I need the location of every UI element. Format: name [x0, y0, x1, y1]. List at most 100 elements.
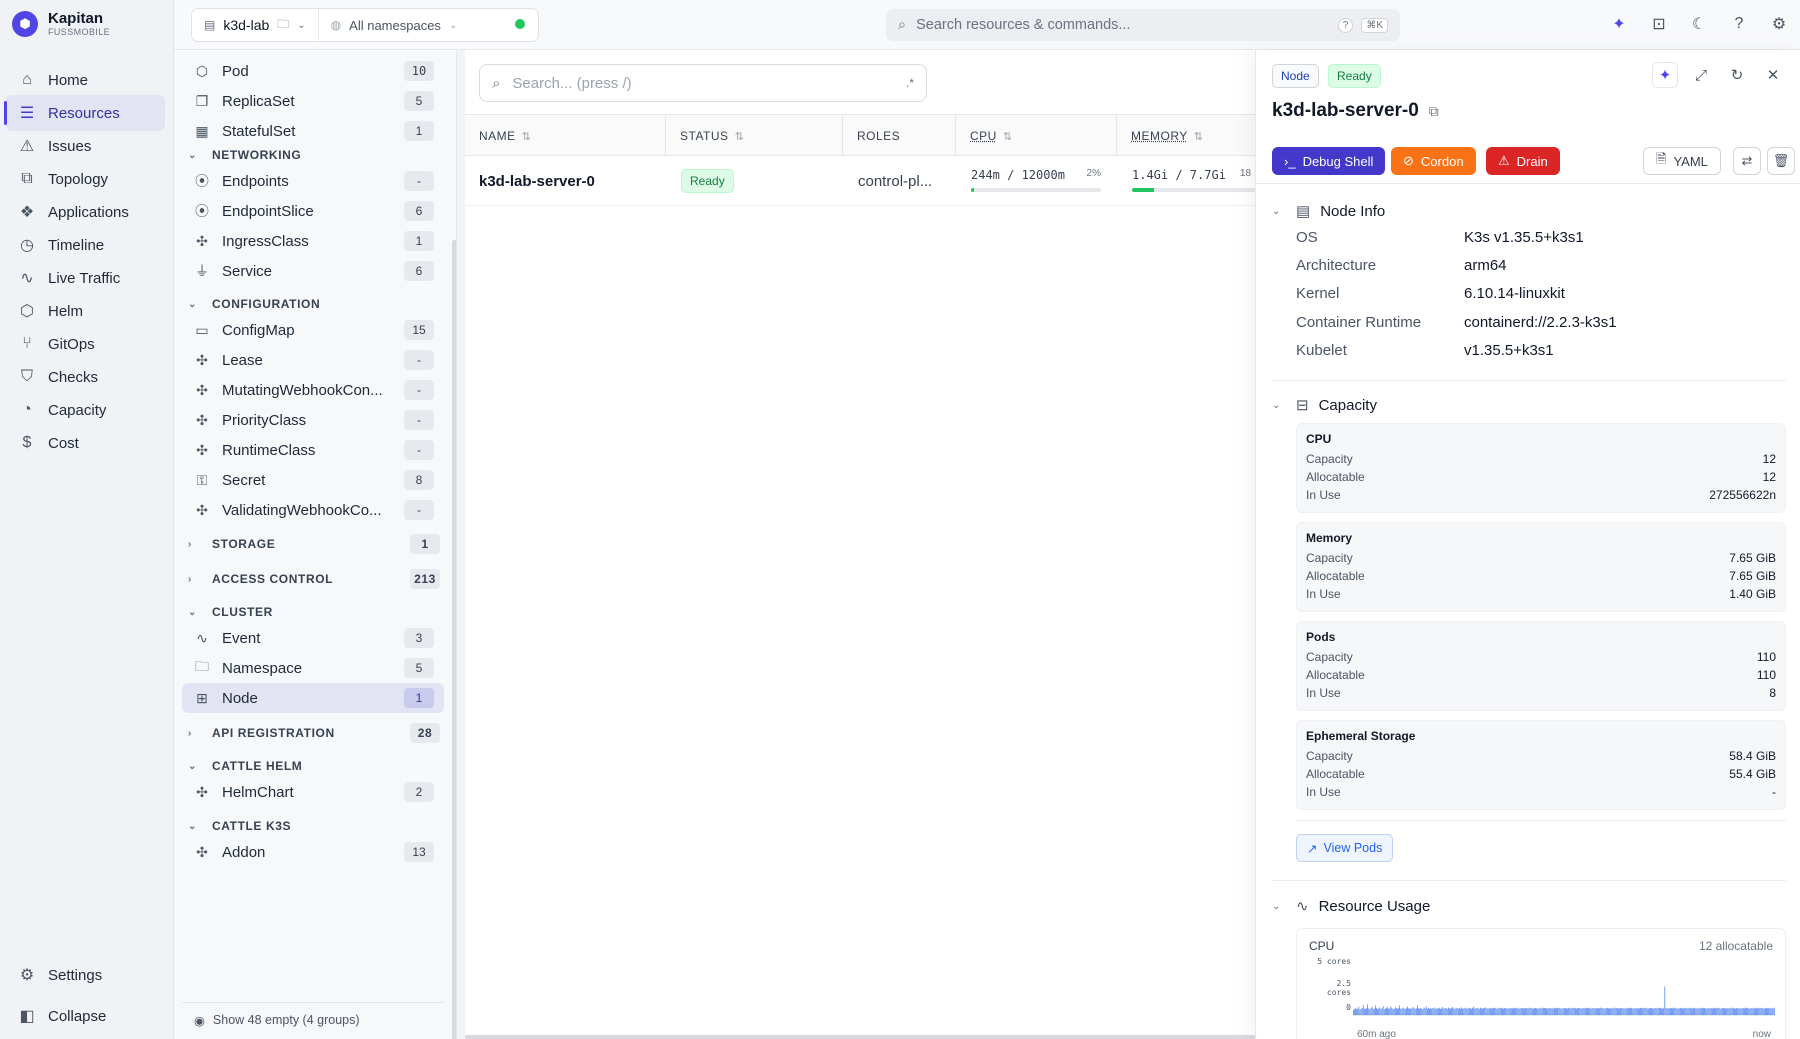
resource-item-replicaset[interactable]: ❐ ReplicaSet 5	[182, 86, 444, 116]
nav-item-timeline[interactable]: ◷ Timeline	[6, 227, 165, 263]
nav-item-helm[interactable]: ⬡ Helm	[6, 293, 165, 329]
resource-item-mutatingwebhook[interactable]: ✣ MutatingWebhookCon... -	[182, 375, 444, 405]
resource-sidebar: ⬡ Pod 10 ❐ ReplicaSet 5 ▦ StatefulSet 1 ⌄ NETWO…	[174, 50, 457, 1039]
nav-item-issues[interactable]: ⚠ Issues	[6, 128, 165, 164]
cpu-usage-bar	[1578, 1007, 1579, 1015]
cpu-usage-bar	[1629, 1007, 1630, 1015]
resource-item-addon[interactable]: ✣ Addon 13	[182, 837, 444, 867]
resource-usage-section-header[interactable]: ⌄ ∿ Resource Usage	[1272, 897, 1430, 916]
nav-item-resources[interactable]: ☰ Resources	[4, 95, 165, 131]
debug-shell-button[interactable]: ›_ Debug Shell	[1272, 147, 1386, 175]
resource-item-secret[interactable]: ⚿ Secret 8	[182, 465, 444, 495]
column-roles[interactable]: ROLES	[843, 115, 956, 157]
ai-sparkle-icon[interactable]: ✦	[1652, 62, 1678, 88]
table-row[interactable]: k3d-lab-server-0 Ready control-pl... 244…	[465, 156, 1255, 206]
resource-item-endpointslice[interactable]: ⦿ EndpointSlice 6	[182, 196, 444, 226]
global-search[interactable]: ⌕ Search resources & commands... ? ⌘K	[886, 9, 1400, 41]
resource-item-runtimeclass[interactable]: ✣ RuntimeClass -	[182, 435, 444, 465]
resource-item-service[interactable]: ⏚ Service 6	[182, 256, 444, 286]
expand-icon[interactable]: ⤢	[1688, 62, 1714, 88]
refresh-icon[interactable]: ↻	[1724, 62, 1750, 88]
column-name[interactable]: NAME ⇅	[465, 115, 666, 157]
cpu-usage-bar	[1387, 1006, 1388, 1015]
resource-item-event[interactable]: ∿ Event 3	[182, 623, 444, 653]
nav-item-cost[interactable]: $ Cost	[6, 425, 165, 461]
group-access-control[interactable]: › ACCESS CONTROL 213	[188, 566, 450, 592]
compare-button[interactable]: ⇄	[1733, 147, 1761, 175]
nav-label: GitOps	[48, 335, 95, 353]
group-count: 213	[410, 569, 440, 589]
cpu-usage-bar	[1462, 1008, 1463, 1015]
resource-item-priorityclass[interactable]: ✣ PriorityClass -	[182, 405, 444, 435]
node-name[interactable]: k3d-lab-server-0	[479, 156, 595, 206]
resource-count: 5	[404, 91, 434, 111]
cpu-usage-bar	[1686, 1008, 1688, 1015]
list-search-input[interactable]: ⌕ Search... (press /) .*	[479, 64, 927, 102]
nav-item-live-traffic[interactable]: ∿ Live Traffic	[6, 260, 165, 296]
brand[interactable]: ⬢ Kapitan FUSSMOBILE	[12, 10, 110, 37]
nav-item-home[interactable]: ⌂ Home	[6, 62, 165, 98]
cpu-usage-bar	[1361, 1007, 1363, 1015]
resource-item-pod[interactable]: ⬡ Pod 10	[182, 56, 444, 86]
collapse-button[interactable]: ◧ Collapse	[6, 998, 165, 1034]
resource-label: HelmChart	[222, 783, 294, 801]
nav-item-gitops[interactable]: ⑂ GitOps	[6, 326, 165, 362]
close-icon[interactable]: ✕	[1760, 62, 1786, 88]
cpu-usage-bar	[1726, 1008, 1727, 1015]
gear-icon[interactable]: ⚙	[1768, 12, 1790, 36]
yaml-button[interactable]: 🗎 YAML	[1643, 147, 1721, 175]
cpu-usage-bar	[1702, 1007, 1703, 1015]
nav-item-applications[interactable]: ❖ Applications	[6, 194, 165, 230]
cpu-usage-bar	[1360, 1008, 1362, 1015]
view-pods-button[interactable]: ↗ View Pods	[1296, 834, 1394, 862]
column-cpu[interactable]: CPU ⇅	[956, 115, 1117, 157]
node-info-section-header[interactable]: ⌄ ▤ Node Info	[1272, 202, 1385, 221]
nav-label: Helm	[48, 302, 84, 320]
list-scrollbar[interactable]	[465, 1035, 1255, 1039]
terminal-icon[interactable]: ⊡	[1648, 12, 1670, 36]
group-cattle-k3s[interactable]: ⌄ CATTLE K3S	[188, 813, 450, 839]
group-api-registration[interactable]: › API REGISTRATION 28	[188, 720, 450, 746]
help-icon[interactable]: ?	[1728, 12, 1750, 36]
resource-item-node[interactable]: ⊞ Node 1	[182, 683, 444, 713]
resource-item-validatingwebhook[interactable]: ✣ ValidatingWebhookCo... -	[182, 495, 444, 525]
copy-icon[interactable]: ⧉	[1429, 103, 1439, 120]
group-cattle-helm[interactable]: ⌄ CATTLE HELM	[188, 753, 450, 779]
moon-icon[interactable]: ☾	[1688, 12, 1710, 36]
column-memory[interactable]: MEMORY ⇅	[1117, 115, 1267, 157]
column-status[interactable]: STATUS ⇅	[666, 115, 843, 157]
cpu-usage-bar	[1364, 1008, 1365, 1015]
drain-button[interactable]: ⚠ Drain	[1486, 147, 1560, 175]
resource-item-helmchart[interactable]: ✣ HelmChart 2	[182, 777, 444, 807]
nav-item-capacity[interactable]: ◔ Capacity	[6, 392, 165, 428]
sidebar-scrollbar[interactable]	[452, 240, 456, 1039]
cpu-usage-bar	[1388, 1008, 1389, 1015]
group-cluster[interactable]: ⌄ CLUSTER	[188, 599, 450, 625]
capacity-section-header[interactable]: ⌄ ⊟ Capacity	[1272, 396, 1377, 415]
cpu-bar	[971, 188, 1101, 192]
group-configuration[interactable]: ⌄ CONFIGURATION	[188, 291, 450, 317]
resource-item-endpoints[interactable]: ⦿ Endpoints -	[182, 166, 444, 196]
nav-item-checks[interactable]: ⛉ Checks	[6, 359, 165, 395]
resource-item-ingressclass[interactable]: ✣ IngressClass 1	[182, 226, 444, 256]
group-storage[interactable]: › STORAGE 1	[188, 531, 450, 557]
cpu-usage-bar	[1618, 1008, 1619, 1015]
resource-item-configmap[interactable]: ▭ ConfigMap 15	[182, 315, 444, 345]
namespace-selector[interactable]: ◍ All namespaces ⌄	[317, 9, 470, 41]
cpu-usage-bar	[1502, 1008, 1503, 1015]
cordon-button[interactable]: ⊘ Cordon	[1391, 147, 1476, 175]
cpu-usage-bar	[1569, 1008, 1571, 1015]
cluster-selector[interactable]: ▤ k3d-lab 🗀 ⌄	[192, 9, 318, 41]
group-networking[interactable]: ⌄ NETWORKING	[188, 142, 450, 168]
regex-toggle[interactable]: .*	[906, 76, 914, 90]
nav-item-topology[interactable]: ⧉ Topology	[6, 161, 165, 197]
resource-item-lease[interactable]: ✣ Lease -	[182, 345, 444, 375]
chevron-down-icon: ⌄	[1272, 399, 1281, 411]
cpu-usage-bar	[1505, 1007, 1507, 1015]
resource-item-namespace[interactable]: 🗀 Namespace 5	[182, 653, 444, 683]
delete-button[interactable]: 🗑	[1767, 147, 1795, 175]
cpu-usage-bar	[1653, 1008, 1655, 1015]
show-empty-toggle[interactable]: ◉ Show 48 empty (4 groups)	[194, 1005, 360, 1035]
nav-item-settings[interactable]: ⚙ Settings	[6, 957, 165, 993]
ai-sparkle-icon[interactable]: ✦	[1608, 12, 1630, 36]
